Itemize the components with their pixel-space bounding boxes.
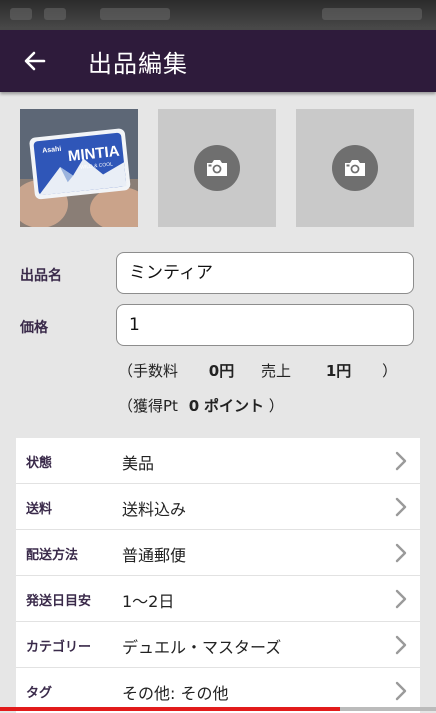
fee-summary: （手数料 0円 売上 1円 ） [118,360,397,381]
fee-close: ） [382,362,398,380]
shipping-fee-label: 送料 [26,502,53,517]
item-name-input[interactable]: ミンティア [116,252,414,294]
arrow-left-icon [24,51,46,71]
sales-unit: 円 [336,362,352,380]
row-ship-days[interactable]: 発送日目安 1〜2日 [16,576,420,622]
add-photo-slot-3[interactable] [296,109,414,227]
photo-gallery: Asahi MINTIA WILD & COOL [20,109,420,227]
chevron-right-icon [395,497,407,517]
condition-value: 美品 [122,454,155,473]
points-summary: （獲得Pt 0 ポイント ） [118,395,284,416]
points-label: （獲得Pt [118,397,178,415]
condition-label: 状態 [26,456,53,471]
add-photo-slot-2[interactable] [158,109,276,227]
mintia-product-image: Asahi MINTIA WILD & COOL [20,109,138,227]
tag-value: その他: その他 [122,684,229,703]
item-name-label: 出品名 [20,268,62,284]
row-condition[interactable]: 状態 美品 [16,438,420,484]
item-details-list: 状態 美品 送料 送料込み 配送方法 普通郵便 発送日目安 1〜2日 カテゴリー… [16,438,420,713]
shipping-fee-value: 送料込み [122,500,187,519]
camera-icon [345,160,365,176]
camera-button[interactable] [194,145,240,191]
tag-label: タグ [26,686,53,701]
chevron-right-icon [395,589,407,609]
camera-icon [207,160,227,176]
status-bar [0,0,436,30]
ship-days-value: 1〜2日 [122,592,175,611]
chevron-right-icon [395,635,407,655]
page-title: 出品編集 [88,50,188,78]
product-photo[interactable]: Asahi MINTIA WILD & COOL [20,109,138,227]
points-value: 0 [188,397,200,415]
points-close: ） [268,397,284,415]
camera-button[interactable] [332,145,378,191]
video-progress-bar[interactable] [0,707,436,711]
price-input[interactable]: 1 [116,304,414,346]
sales-value: 1 [325,362,337,380]
category-value: デュエル・マスターズ [122,638,282,657]
app-bar: 出品編集 [0,30,436,92]
fee-unit: 円 [219,362,235,380]
system-status-icons [322,8,422,20]
ship-days-label: 発送日目安 [26,594,92,609]
row-shipping-fee[interactable]: 送料 送料込み [16,484,420,530]
chevron-right-icon [395,543,407,563]
points-unit: ポイント [203,397,264,415]
sales-label: 売上 [261,362,292,380]
shipping-method-label: 配送方法 [26,548,79,563]
chevron-right-icon [395,681,407,701]
notification-icon [100,8,170,20]
video-progress-fill [0,707,341,711]
row-shipping-method[interactable]: 配送方法 普通郵便 [16,530,420,576]
notification-icon [44,8,66,20]
notification-icon [10,8,32,20]
category-label: カテゴリー [26,640,92,655]
chevron-right-icon [395,451,407,471]
price-label: 価格 [20,320,48,336]
row-category[interactable]: カテゴリー デュエル・マスターズ [16,622,420,668]
shipping-method-value: 普通郵便 [122,546,187,565]
back-button[interactable] [18,45,52,77]
fee-label: （手数料 [118,362,179,380]
fee-value: 0 [208,362,220,380]
